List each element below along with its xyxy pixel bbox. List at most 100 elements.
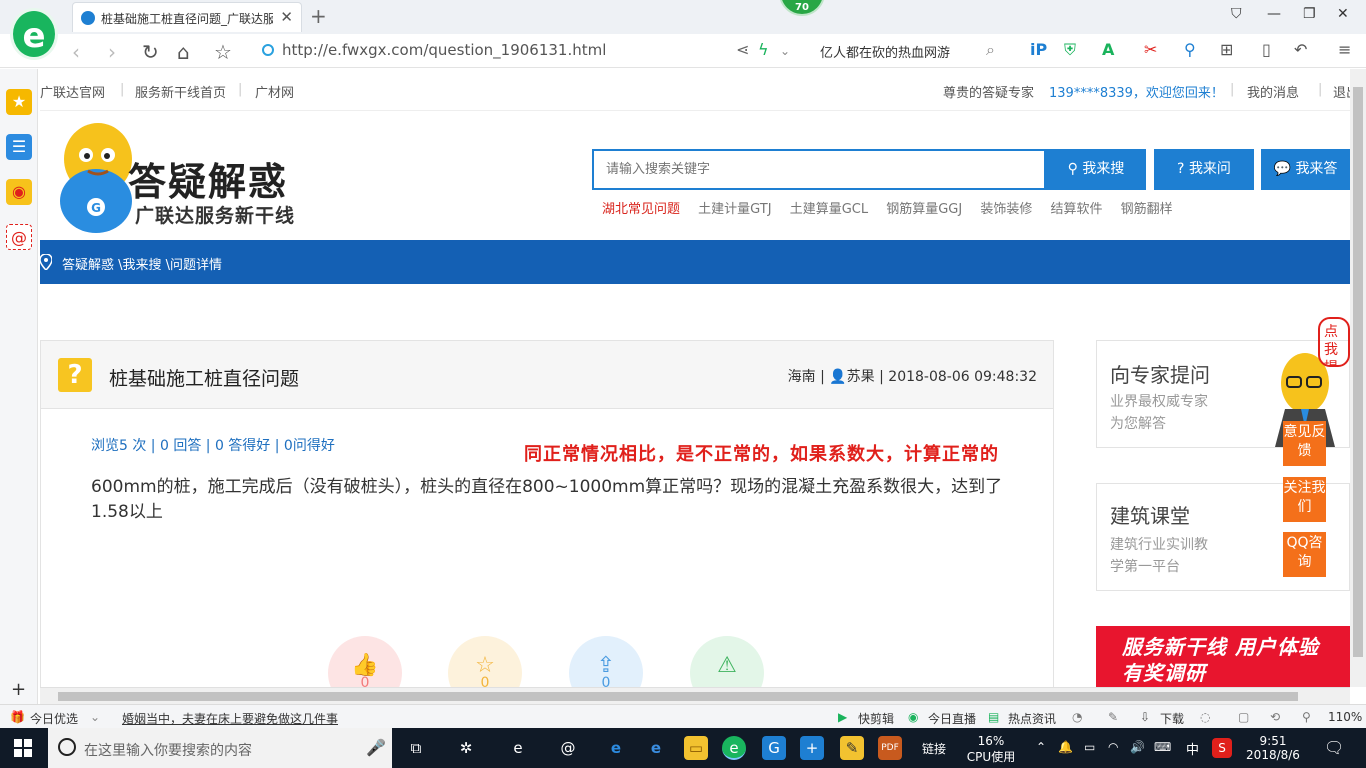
forward-icon[interactable]: › — [108, 40, 116, 64]
horizontal-scrollbar[interactable] — [40, 687, 1350, 704]
nav-link-official[interactable]: 广联达官网 — [40, 82, 105, 101]
pinwheel-app-icon[interactable]: ✲ — [454, 736, 478, 760]
cpu-meter[interactable]: 16% CPU使用 — [966, 734, 1016, 765]
browser-tab[interactable]: 桩基础施工桩直径问题_广联达服 ✕ — [72, 2, 302, 32]
chevron-down-icon[interactable]: ⌄ — [90, 710, 100, 724]
today-pick-link[interactable]: 今日优选 — [30, 710, 78, 727]
tool-icon[interactable]: ✎ — [1108, 710, 1118, 724]
sogou-icon[interactable]: S — [1212, 738, 1232, 758]
plus-app-icon[interactable]: + — [800, 736, 824, 760]
ask-button[interactable]: ? 我来问 — [1154, 149, 1254, 190]
user-welcome[interactable]: 139****8339，欢迎您回来！ — [1049, 82, 1224, 101]
shirt-icon[interactable]: ⛉ — [1231, 6, 1242, 22]
horizontal-scroll-thumb[interactable] — [58, 692, 1298, 701]
collect-button[interactable]: ☆ 0 — [448, 636, 522, 687]
file-explorer-icon[interactable]: ▭ — [684, 736, 708, 760]
mascot-logo[interactable]: G — [50, 119, 140, 237]
apps-icon[interactable]: ⊞ — [1220, 40, 1233, 59]
edge-icon[interactable]: e — [506, 736, 530, 760]
task-view-icon[interactable]: ⧉ — [404, 736, 428, 760]
add-icon[interactable]: + — [11, 679, 26, 700]
vertical-scroll-thumb[interactable] — [1353, 87, 1363, 657]
link-label[interactable]: 链接 — [922, 740, 946, 757]
microphone-icon[interactable]: 🎤 — [366, 738, 386, 757]
logout-link[interactable]: 退出 — [1333, 82, 1350, 101]
vertical-scrollbar[interactable] — [1350, 69, 1366, 687]
window-close-button[interactable]: ✕ — [1337, 6, 1349, 22]
follow-us-button[interactable]: 关注我们 — [1283, 477, 1326, 522]
restore-button[interactable]: ❐ — [1303, 6, 1316, 22]
like-button[interactable]: 👍 0 — [328, 636, 402, 687]
clean-icon[interactable]: ◌ — [1200, 710, 1210, 724]
menu-icon[interactable]: ≡ — [1338, 40, 1351, 59]
news-headline-link[interactable]: 婚姻当中，夫妻在床上要避免做这几件事 — [122, 710, 338, 727]
notes-app-icon[interactable]: ✎ — [840, 736, 864, 760]
nav-link-home[interactable]: 服务新干线首页 — [135, 82, 226, 101]
hot-link[interactable]: 土建算量GCL — [790, 202, 868, 217]
ip-icon[interactable]: iP — [1030, 40, 1047, 59]
shield-icon[interactable]: ⛨ — [1064, 40, 1076, 60]
zoom-level[interactable]: 110% — [1328, 710, 1362, 724]
search-button[interactable]: ⚲ 我来搜 — [1046, 149, 1146, 190]
phone-icon[interactable]: ▯ — [1262, 40, 1271, 59]
tray-expand-icon[interactable]: ⌃ — [1036, 740, 1046, 754]
my-messages-link[interactable]: 我的消息 — [1247, 82, 1299, 101]
hot-link[interactable]: 土建计量GTJ — [698, 202, 771, 217]
favorites-star-icon[interactable]: ★ — [6, 89, 32, 115]
edge-browser-icon[interactable]: e — [604, 736, 628, 760]
clock[interactable]: 9:51 2018/8/6 — [1246, 734, 1300, 762]
360-browser-icon[interactable]: e — [722, 736, 746, 760]
minimize-button[interactable]: — — [1267, 6, 1281, 22]
ime-indicator[interactable]: 中 — [1186, 739, 1199, 758]
home-icon[interactable]: ⌂ — [177, 40, 190, 64]
tab-close-button[interactable]: ✕ — [280, 8, 293, 26]
favorite-star-icon[interactable]: ☆ — [214, 40, 232, 64]
scissors-icon[interactable]: ✂ — [1144, 40, 1157, 59]
chevron-down-icon[interactable]: ⌄ — [780, 44, 790, 58]
weibo-icon[interactable]: ◉ — [6, 179, 32, 205]
search-input[interactable] — [594, 151, 1044, 188]
new-tab-button[interactable]: + — [310, 4, 327, 28]
search-hot-text[interactable]: 亿人都在砍的热血网游 — [820, 42, 950, 61]
hot-link[interactable]: 湖北常见问题 — [602, 202, 680, 217]
ask-me-bubble[interactable]: 点我提问 — [1318, 317, 1350, 367]
nav-link-material[interactable]: 广材网 — [255, 82, 294, 101]
today-live-link[interactable]: 今日直播 — [928, 710, 976, 727]
hot-link[interactable]: 钢筋算量GGJ — [886, 202, 962, 217]
hot-news-link[interactable]: 热点资讯 — [1008, 710, 1056, 727]
wifi-icon[interactable]: ◠ — [1108, 740, 1118, 754]
restore-page-icon[interactable]: ⟲ — [1270, 710, 1280, 724]
glodon-g-icon[interactable]: G — [762, 736, 786, 760]
feedback-button[interactable]: 意见反馈 — [1283, 421, 1326, 466]
notification-bell-icon[interactable]: 🔔 — [1058, 740, 1073, 754]
download-link[interactable]: 下载 — [1160, 710, 1184, 727]
window-icon[interactable]: ▢ — [1238, 710, 1249, 724]
search-icon[interactable]: ⌕ — [986, 40, 995, 60]
translate-icon[interactable]: A — [1102, 40, 1114, 59]
keyboard-icon[interactable]: ⌨ — [1154, 740, 1171, 754]
list-icon[interactable]: ☰ — [6, 134, 32, 160]
hot-link[interactable]: 结算软件 — [1051, 202, 1103, 217]
url-field[interactable]: http://e.fwxgx.com/question_1906131.html — [262, 41, 606, 59]
back-icon[interactable]: ‹ — [72, 40, 80, 64]
ie-icon[interactable]: e — [644, 736, 668, 760]
share-icon[interactable]: ⋖ — [736, 40, 749, 59]
action-center-icon[interactable]: 🗨 — [1324, 738, 1344, 757]
report-button[interactable]: ⚠ — [690, 636, 764, 687]
refresh-icon[interactable]: ↻ — [142, 40, 159, 64]
taskbar-search[interactable]: 在这里输入你要搜索的内容 🎤 — [48, 728, 392, 768]
lightning-icon[interactable]: ϟ — [758, 40, 769, 59]
browser-logo-icon[interactable]: e — [10, 8, 58, 60]
qq-consult-button[interactable]: QQ咨询 — [1283, 532, 1326, 577]
survey-banner[interactable]: 服务新干线 用户体验有奖调研 — [1096, 626, 1350, 687]
speed-icon[interactable]: ◔ — [1072, 710, 1082, 724]
share-button[interactable]: ⇪ 0 — [569, 636, 643, 687]
quick-clip-link[interactable]: 快剪辑 — [858, 710, 894, 727]
question-author[interactable]: 苏果 — [847, 369, 875, 385]
battery-icon[interactable]: ▭ — [1084, 740, 1095, 754]
hot-link[interactable]: 装饰装修 — [980, 202, 1032, 217]
hot-link[interactable]: 钢筋翻样 — [1121, 202, 1173, 217]
magnifier-icon[interactable]: ⚲ — [1184, 40, 1196, 59]
email-icon[interactable]: @ — [6, 224, 32, 250]
breadcrumb[interactable]: 答疑解惑 \我来搜 \问题详情 — [62, 254, 222, 273]
